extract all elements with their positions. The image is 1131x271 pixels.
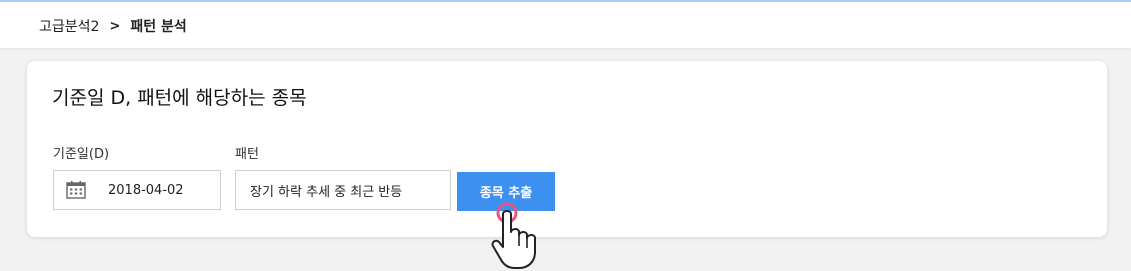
pattern-label: 패턴 <box>235 147 259 162</box>
extract-stocks-button[interactable]: 종목 추출 <box>457 172 555 211</box>
date-picker-field[interactable]: 2018-04-02 <box>53 170 221 210</box>
top-bar: 고급분석2 > 패턴 분석 <box>0 0 1131 48</box>
calendar-icon[interactable] <box>66 181 86 199</box>
date-label: 기준일(D) <box>53 147 110 162</box>
breadcrumb: 고급분석2 > 패턴 분석 <box>39 16 187 36</box>
breadcrumb-parent[interactable]: 고급분석2 <box>39 16 99 36</box>
breadcrumb-current: 패턴 분석 <box>130 19 187 35</box>
date-value: 2018-04-02 <box>108 182 184 198</box>
pattern-field[interactable]: 장기 하락 추세 중 최근 반등 <box>235 170 451 210</box>
card-title: 기준일 D, 패턴에 해당하는 종목 <box>52 87 307 109</box>
breadcrumb-separator: > <box>109 18 121 34</box>
pattern-search-card: 기준일 D, 패턴에 해당하는 종목 기준일(D) 패턴 2018-04-02 … <box>27 61 1107 237</box>
